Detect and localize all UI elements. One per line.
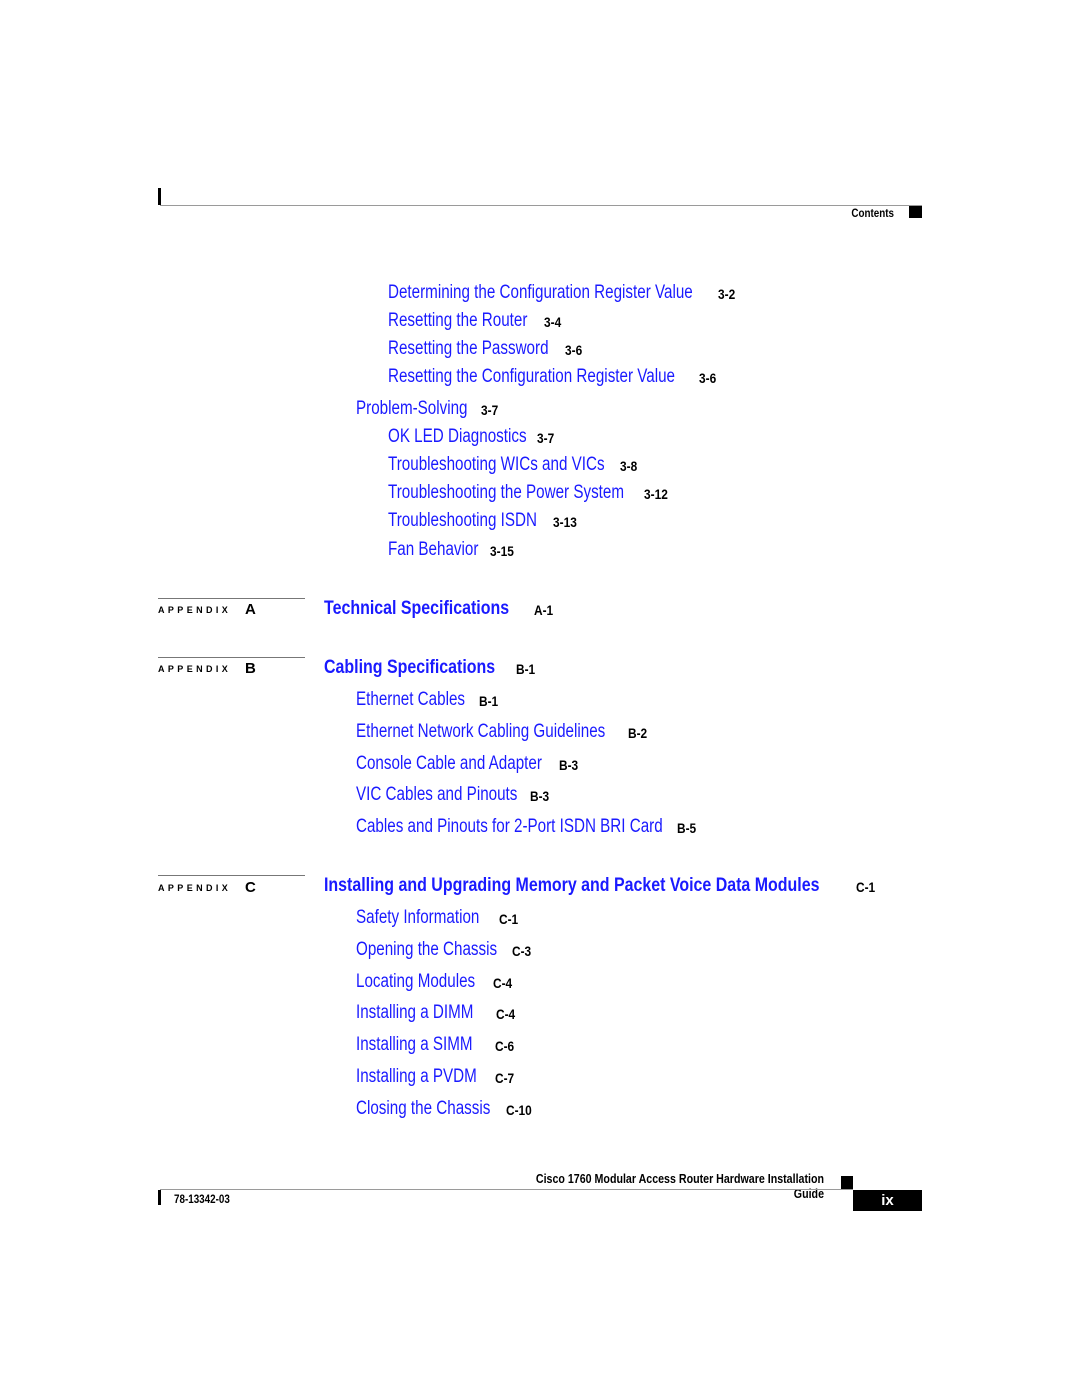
toc-entry[interactable]: Troubleshooting WICs and VICs 3-8: [388, 454, 659, 476]
toc-entry-page: C-4: [493, 975, 513, 991]
toc-entry-title[interactable]: Safety Information: [356, 907, 479, 929]
toc-entry[interactable]: Ethernet Network Cabling Guidelines B-2: [356, 721, 668, 743]
footer-marker: [841, 1176, 853, 1189]
toc-chapter-title[interactable]: Cabling Specifications: [324, 657, 495, 679]
toc-entry-page: 3-15: [490, 543, 514, 559]
toc-entry-title[interactable]: Closing the Chassis: [356, 1098, 490, 1120]
toc-entry-title[interactable]: Resetting the Password: [388, 338, 549, 360]
toc-entry[interactable]: Cables and Pinouts for 2-Port ISDN BRI C…: [356, 816, 739, 838]
toc-entry-page: 3-2: [718, 286, 736, 302]
toc-entry-page: 3-12: [644, 486, 668, 502]
footer-doc-number: 78-13342-03: [174, 1192, 230, 1206]
toc-entry-page: 3-6: [565, 342, 583, 358]
toc-entry-page: 3-6: [699, 370, 717, 386]
toc-entry[interactable]: Fan Behavior 3-15: [388, 539, 514, 561]
toc-chapter-page: C-1: [856, 879, 876, 895]
toc-entry-page: B-3: [530, 788, 550, 804]
toc-entry-page: B-1: [479, 693, 499, 709]
toc-entry-title[interactable]: Console Cable and Adapter: [356, 753, 542, 775]
header-marker: [909, 206, 922, 218]
toc-entry[interactable]: VIC Cables and Pinouts B-3: [356, 784, 558, 806]
toc-entry-page: 3-4: [544, 314, 562, 330]
toc-entry[interactable]: Installing a SIMM C-6: [356, 1034, 514, 1056]
toc-entry-page: 3-7: [537, 430, 555, 446]
appendix-c-letter: C: [245, 879, 256, 896]
appendix-b-label: APPENDIX: [158, 664, 232, 674]
toc-entry-title[interactable]: Resetting the Configuration Register Val…: [388, 366, 675, 388]
toc-entry[interactable]: Troubleshooting ISDN 3-13: [388, 510, 577, 532]
appendix-a-letter: A: [245, 601, 256, 618]
toc-entry-title[interactable]: Troubleshooting WICs and VICs: [388, 454, 605, 476]
toc-entry-page: C-1: [499, 911, 519, 927]
toc-entry-page: B-5: [677, 820, 697, 836]
toc-entry-title[interactable]: Problem-Solving: [356, 398, 468, 420]
toc-entry-title[interactable]: Determining the Configuration Register V…: [388, 282, 693, 304]
appendix-c-rule: [158, 875, 305, 876]
appendix-c-label: APPENDIX: [158, 883, 232, 893]
toc-entry-title[interactable]: VIC Cables and Pinouts: [356, 784, 517, 806]
header-rule: [160, 205, 922, 206]
toc-entry-page: C-7: [495, 1070, 515, 1086]
appendix-a-label: APPENDIX: [158, 605, 232, 615]
toc-entry-problem-solving[interactable]: Problem-Solving 3-7: [356, 398, 499, 420]
toc-entry-title[interactable]: Resetting the Router: [388, 310, 527, 332]
toc-entry[interactable]: Troubleshooting the Power System 3-12: [388, 482, 683, 504]
toc-entry-title[interactable]: Cables and Pinouts for 2-Port ISDN BRI C…: [356, 816, 663, 838]
toc-chapter-page: B-1: [516, 661, 536, 677]
toc-entry[interactable]: Console Cable and Adapter B-3: [356, 753, 588, 775]
toc-entry-title[interactable]: Troubleshooting the Power System: [388, 482, 624, 504]
header-bar: [158, 188, 161, 205]
toc-entry[interactable]: Resetting the Configuration Register Val…: [388, 366, 747, 388]
toc-entry[interactable]: Locating Modules C-4: [356, 971, 512, 993]
toc-entry-page: 3-13: [553, 514, 577, 530]
toc-chapter-title[interactable]: Installing and Upgrading Memory and Pack…: [324, 875, 819, 897]
toc-entry[interactable]: Resetting the Router 3-4: [388, 310, 562, 332]
toc-entry-page: C-10: [506, 1102, 532, 1118]
toc-entry-title[interactable]: Ethernet Network Cabling Guidelines: [356, 721, 605, 743]
appendix-b-rule: [158, 657, 305, 658]
footer-page-number: ix: [853, 1190, 922, 1211]
toc-entry-page: C-3: [512, 943, 532, 959]
toc-chapter-appendix-c[interactable]: Installing and Upgrading Memory and Pack…: [324, 875, 914, 897]
footer-book-title: Cisco 1760 Modular Access Router Hardwar…: [535, 1171, 824, 1201]
toc-entry-page: 3-7: [481, 402, 499, 418]
toc-entry-title[interactable]: OK LED Diagnostics: [388, 426, 527, 448]
toc-entry-page: 3-8: [620, 458, 638, 474]
toc-chapter-page: A-1: [534, 602, 554, 618]
footer-rule: [160, 1189, 853, 1190]
toc-entry[interactable]: Ethernet Cables B-1: [356, 689, 498, 711]
toc-entry[interactable]: Resetting the Password 3-6: [388, 338, 589, 360]
header-section-title: Contents: [851, 206, 894, 220]
toc-entry-page: B-3: [559, 757, 579, 773]
toc-chapter-title[interactable]: Technical Specifications: [324, 598, 509, 620]
toc-entry-title[interactable]: Locating Modules: [356, 971, 475, 993]
toc-entry[interactable]: Determining the Configuration Register V…: [388, 282, 769, 304]
toc-chapter-appendix-b[interactable]: Cabling Specifications B-1: [324, 657, 535, 679]
toc-entry-title[interactable]: Installing a PVDM: [356, 1066, 477, 1088]
toc-entry-title[interactable]: Installing a DIMM: [356, 1002, 473, 1024]
toc-entry[interactable]: Installing a PVDM C-7: [356, 1066, 514, 1088]
footer-bar: [158, 1190, 161, 1205]
toc-entry-title[interactable]: Troubleshooting ISDN: [388, 510, 537, 532]
toc-entry-title[interactable]: Opening the Chassis: [356, 939, 497, 961]
toc-entry-title[interactable]: Installing a SIMM: [356, 1034, 473, 1056]
toc-entry[interactable]: Safety Information C-1: [356, 907, 518, 929]
appendix-b-letter: B: [245, 660, 256, 677]
toc-entry[interactable]: Opening the Chassis C-3: [356, 939, 532, 961]
toc-chapter-appendix-a[interactable]: Technical Specifications A-1: [324, 598, 553, 620]
toc-entry-page: C-6: [495, 1038, 515, 1054]
toc-entry[interactable]: Closing the Chassis C-10: [356, 1098, 532, 1120]
toc-entry[interactable]: Installing a DIMM C-4: [356, 1002, 515, 1024]
toc-entry-page: B-2: [628, 725, 648, 741]
toc-entry[interactable]: OK LED Diagnostics 3-7: [388, 426, 561, 448]
toc-entry-title[interactable]: Ethernet Cables: [356, 689, 465, 711]
toc-entry-page: C-4: [496, 1006, 516, 1022]
appendix-a-rule: [158, 598, 305, 599]
toc-entry-title[interactable]: Fan Behavior: [388, 539, 478, 561]
